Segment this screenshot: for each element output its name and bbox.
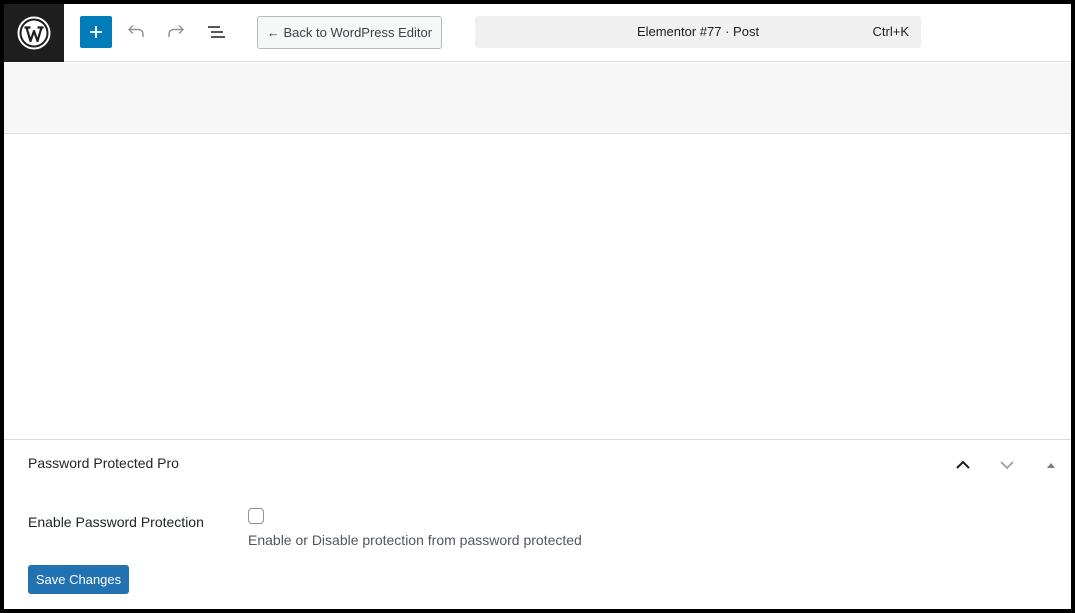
list-view-icon (208, 26, 225, 38)
enable-password-protection-description: Enable or Disable protection from passwo… (248, 532, 582, 548)
triangle-up-icon (1047, 463, 1055, 468)
move-up-button[interactable] (950, 452, 976, 478)
redo-icon (168, 24, 185, 37)
plus-icon (90, 26, 102, 38)
document-overview-button[interactable] (201, 17, 231, 47)
back-to-wordpress-editor-button[interactable]: ← Back to WordPress Editor (257, 16, 442, 49)
editor-canvas[interactable] (4, 135, 1071, 439)
save-changes-button[interactable]: Save Changes (28, 565, 129, 594)
metabox-title: Password Protected Pro (28, 455, 179, 471)
redo-button[interactable] (161, 17, 191, 47)
move-down-button[interactable] (994, 452, 1020, 478)
chevron-up-icon (956, 460, 970, 469)
undo-button[interactable] (121, 17, 151, 47)
wordpress-logo-icon[interactable] (4, 4, 64, 62)
command-shortcut: Ctrl+K (872, 24, 909, 39)
command-palette-bar[interactable]: Elementor #77 · Post Ctrl+K (475, 16, 921, 48)
password-protected-metabox: Password Protected Pro Enable Password P… (4, 439, 1071, 609)
add-block-button[interactable] (80, 16, 112, 48)
enable-password-protection-checkbox[interactable] (248, 508, 264, 524)
document-title: Elementor #77 · Post (636, 24, 760, 39)
undo-icon (127, 24, 144, 37)
editor-window: ← Back to WordPress Editor Elementor #77… (0, 0, 1075, 613)
chevron-down-icon (1000, 461, 1014, 470)
editor-header-band (4, 63, 1071, 134)
editor-toolbar: ← Back to WordPress Editor Elementor #77… (4, 4, 1071, 62)
enable-password-protection-label: Enable Password Protection (28, 514, 204, 530)
toggle-panel-button[interactable] (1038, 452, 1064, 478)
